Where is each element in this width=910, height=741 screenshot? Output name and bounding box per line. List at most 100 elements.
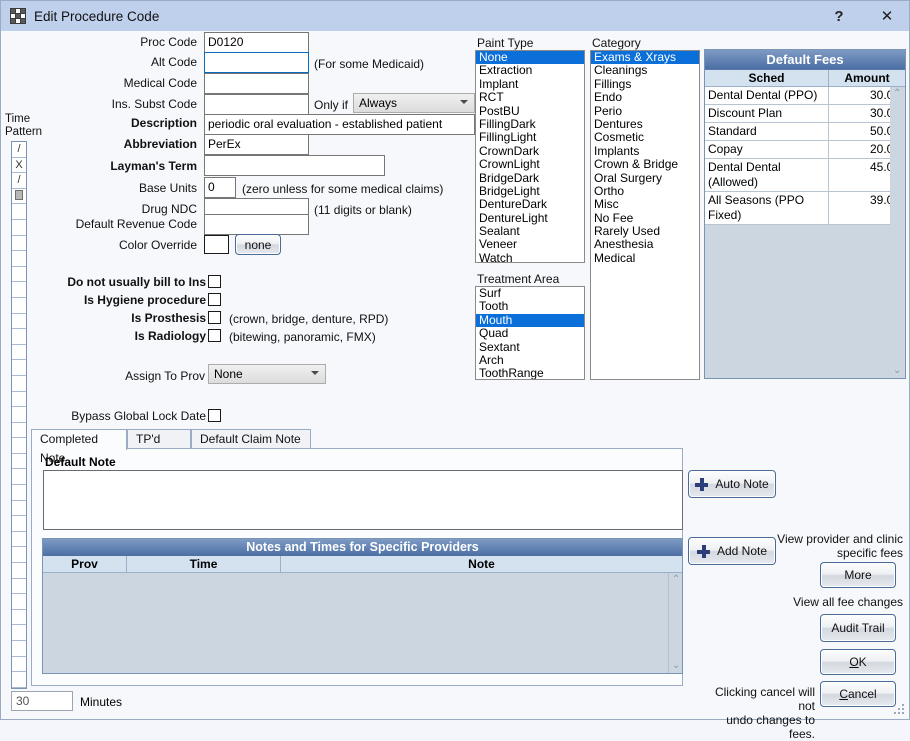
more-button[interactable]: More xyxy=(820,562,896,588)
close-icon[interactable]: ✕ xyxy=(865,1,909,31)
cancel-button[interactable]: Cancel xyxy=(820,681,896,707)
provider-notes-scrollbar[interactable]: ⌃ ⌄ xyxy=(668,573,682,673)
treatment-area-item[interactable]: Mouth xyxy=(476,313,584,328)
category-item[interactable]: No Fee xyxy=(591,211,699,225)
time-pattern-cell[interactable] xyxy=(12,423,26,439)
time-pattern-cell[interactable] xyxy=(12,282,26,298)
time-pattern-grid[interactable]: / X / xyxy=(11,141,27,704)
time-pattern-cell[interactable] xyxy=(12,267,26,283)
resize-grip[interactable] xyxy=(894,704,906,716)
proc-code-input[interactable]: D0120 xyxy=(204,32,309,53)
paint-type-item[interactable]: None xyxy=(476,51,584,65)
time-pattern-cell[interactable]: X xyxy=(12,158,26,174)
table-row[interactable]: Standard 50.00 xyxy=(705,123,905,141)
time-pattern-cell[interactable] xyxy=(12,469,26,486)
color-override-swatch[interactable] xyxy=(204,235,229,254)
time-pattern-cell[interactable] xyxy=(12,236,26,252)
tab-tpd-note[interactable]: TP'd Note xyxy=(127,429,191,465)
audit-trail-button[interactable]: Audit Trail xyxy=(820,614,896,642)
help-button[interactable]: ? xyxy=(817,1,861,31)
checkbox-is-radiology[interactable] xyxy=(208,329,221,342)
time-pattern-cell[interactable] xyxy=(12,610,26,626)
default-fees-scrollbar[interactable]: ⌃ ⌄ xyxy=(890,87,905,378)
time-pattern-cell[interactable] xyxy=(12,516,26,532)
time-pattern-cell[interactable]: / xyxy=(12,142,26,158)
color-override-none-button[interactable]: none xyxy=(235,234,281,255)
time-pattern-cell[interactable] xyxy=(12,485,26,501)
category-item[interactable]: Anesthesia xyxy=(591,238,699,252)
treatment-area-item[interactable]: Arch xyxy=(476,353,584,367)
paint-type-item[interactable]: CrownLight xyxy=(476,157,584,171)
time-pattern-cell[interactable] xyxy=(12,594,26,610)
time-pattern-cell[interactable] xyxy=(12,251,26,267)
time-pattern-cell[interactable] xyxy=(12,454,26,470)
only-if-select[interactable]: Always xyxy=(353,93,475,113)
scroll-up-icon[interactable]: ⌃ xyxy=(893,88,901,99)
category-item[interactable]: Ortho xyxy=(591,184,699,198)
time-pattern-cell[interactable] xyxy=(12,625,26,641)
category-listbox[interactable]: Exams & Xrays Cleanings Fillings Endo Perio D… xyxy=(590,50,700,380)
category-item[interactable]: Misc xyxy=(591,197,699,211)
category-item[interactable]: Endo xyxy=(591,90,699,104)
category-item[interactable]: Cosmetic xyxy=(591,130,699,144)
tab-default-claim-note[interactable]: Default Claim Note xyxy=(191,429,311,449)
time-pattern-cell[interactable] xyxy=(12,672,26,688)
table-row[interactable]: Dental Dental (PPO) 30.00 xyxy=(705,87,905,105)
category-item[interactable]: Crown & Bridge xyxy=(591,157,699,171)
paint-type-item[interactable]: Sealant xyxy=(476,224,584,238)
time-pattern-cell[interactable] xyxy=(12,657,26,673)
treatment-area-listbox[interactable]: Surf Tooth Mouth Quad Sextant Arch ToothRange xyxy=(475,286,585,380)
paint-type-item[interactable]: DentureDark xyxy=(476,197,584,211)
paint-type-item[interactable]: RCT xyxy=(476,90,584,104)
paint-type-item[interactable]: Extraction xyxy=(476,63,584,77)
description-input[interactable]: periodic oral evaluation - established p… xyxy=(204,114,475,135)
scroll-down-icon[interactable]: ⌄ xyxy=(672,660,680,671)
abbreviation-input[interactable]: PerEx xyxy=(204,134,309,155)
table-row[interactable]: All Seasons (PPO Fixed) 39.00 xyxy=(705,192,905,225)
time-pattern-cell[interactable] xyxy=(12,345,26,361)
paint-type-item[interactable]: DentureLight xyxy=(476,211,584,225)
category-item[interactable]: Exams & Xrays xyxy=(591,51,699,65)
category-item[interactable]: Dentures xyxy=(591,117,699,131)
table-row[interactable]: Dental Dental (Allowed) 45.00 xyxy=(705,159,905,192)
time-pattern-cell[interactable] xyxy=(12,314,26,330)
time-pattern-cell[interactable] xyxy=(12,579,26,595)
default-note-textarea[interactable] xyxy=(43,470,683,530)
time-pattern-cell[interactable] xyxy=(12,547,26,564)
time-pattern-cell[interactable] xyxy=(12,360,26,376)
paint-type-item[interactable]: Implant xyxy=(476,77,584,91)
base-units-input[interactable]: 0 xyxy=(204,177,236,198)
ok-button[interactable]: OK xyxy=(820,649,896,675)
medical-code-input[interactable] xyxy=(204,73,309,94)
tab-completed-note[interactable]: Completed Note xyxy=(31,429,127,465)
alt-code-input[interactable] xyxy=(204,52,309,73)
category-item[interactable]: Cleanings xyxy=(591,63,699,77)
category-item[interactable]: Medical xyxy=(591,251,699,265)
assign-to-prov-select[interactable]: None xyxy=(208,364,326,384)
checkbox-is-prosthesis[interactable] xyxy=(208,311,221,324)
category-item[interactable]: Implants xyxy=(591,144,699,158)
checkbox-is-hygiene[interactable] xyxy=(208,293,221,306)
treatment-area-item[interactable]: ToothRange xyxy=(476,366,584,379)
time-pattern-cell[interactable] xyxy=(12,532,26,548)
scroll-down-icon[interactable]: ⌄ xyxy=(893,365,901,376)
minutes-input[interactable]: 30 xyxy=(11,691,73,711)
auto-note-button[interactable]: Auto Note xyxy=(688,470,776,498)
treatment-area-item[interactable]: Quad xyxy=(476,326,584,340)
checkbox-bypass-global-lock[interactable] xyxy=(208,409,221,422)
time-pattern-cell[interactable] xyxy=(12,501,26,517)
checkbox-do-not-bill-ins[interactable] xyxy=(208,275,221,288)
treatment-area-item[interactable]: Sextant xyxy=(476,340,584,354)
ins-subst-code-input[interactable] xyxy=(204,94,309,115)
paint-type-item[interactable]: PostBU xyxy=(476,104,584,118)
time-pattern-cell[interactable] xyxy=(12,329,26,345)
default-revenue-code-input[interactable] xyxy=(204,214,309,235)
table-row[interactable]: Copay 20.00 xyxy=(705,141,905,159)
time-pattern-cell[interactable] xyxy=(12,204,26,220)
paint-type-item[interactable]: FillingDark xyxy=(476,117,584,131)
time-pattern-cell[interactable] xyxy=(12,641,26,657)
table-row[interactable]: Discount Plan 30.00 xyxy=(705,105,905,123)
time-pattern-cell[interactable] xyxy=(12,376,26,392)
category-item[interactable]: Rarely Used xyxy=(591,224,699,238)
default-fees-grid[interactable]: Default Fees Sched Amount Dental Dental … xyxy=(704,49,906,379)
